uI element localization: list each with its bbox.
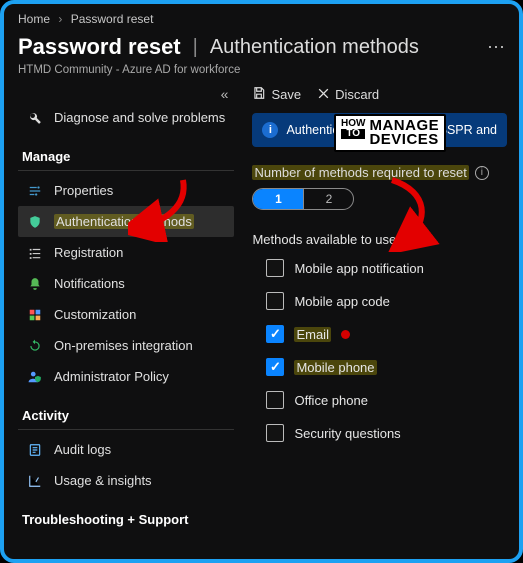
checkbox-icon[interactable] xyxy=(266,424,284,442)
sidebar-item-onprem[interactable]: On-premises integration xyxy=(18,330,234,361)
sidebar-item-usage[interactable]: Usage & insights xyxy=(18,465,234,496)
wrench-icon xyxy=(26,111,44,125)
discard-button[interactable]: Discard xyxy=(317,87,379,103)
bell-icon xyxy=(26,277,44,291)
breadcrumb-home[interactable]: Home xyxy=(18,12,50,26)
log-icon xyxy=(26,443,44,457)
page-title: Password reset | Authentication methods … xyxy=(18,34,507,60)
more-icon[interactable]: ⋯ xyxy=(487,37,507,58)
main-panel: Save Discard i Authentication Methods fo… xyxy=(234,86,507,537)
sidebar-item-customization[interactable]: Customization xyxy=(18,299,234,330)
sidebar-item-admin-policy[interactable]: Administrator Policy xyxy=(18,361,234,392)
checkbox-icon[interactable] xyxy=(266,391,284,409)
annotation-dot xyxy=(341,330,350,339)
chart-icon xyxy=(26,474,44,488)
sliders-icon xyxy=(26,184,44,198)
check-list-icon xyxy=(26,246,44,260)
shield-icon xyxy=(26,215,44,229)
sidebar-heading-troubleshoot: Troubleshooting + Support xyxy=(18,502,234,533)
checkbox-checked-icon[interactable] xyxy=(266,358,284,376)
methods-required-label: Number of methods required to reset xyxy=(252,165,468,180)
breadcrumb: Home › Password reset xyxy=(18,12,507,26)
sidebar-item-properties[interactable]: Properties xyxy=(18,175,234,206)
save-icon xyxy=(252,86,266,103)
method-mobile-phone[interactable]: Mobile phone xyxy=(266,358,507,376)
title-sub: Authentication methods xyxy=(210,36,419,59)
pill-option-1[interactable]: 1 xyxy=(253,189,303,209)
toolbar: Save Discard xyxy=(252,86,507,103)
sidebar-item-registration[interactable]: Registration xyxy=(18,237,234,268)
method-security-questions[interactable]: Security questions xyxy=(266,424,507,442)
person-shield-icon xyxy=(26,370,44,384)
chevron-right-icon: › xyxy=(58,12,62,26)
checkbox-icon[interactable] xyxy=(266,259,284,277)
breadcrumb-current[interactable]: Password reset xyxy=(71,12,154,26)
checkbox-checked-icon[interactable] xyxy=(266,325,284,343)
methods-available-label: Methods available to users xyxy=(252,232,507,247)
method-app-notification[interactable]: Mobile app notification xyxy=(266,259,507,277)
method-email[interactable]: Email xyxy=(266,325,507,343)
info-outline-icon[interactable]: i xyxy=(475,166,489,180)
page-subtitle: HTMD Community - Azure AD for workforce xyxy=(18,64,507,76)
methods-required-label-row: Number of methods required to reset i xyxy=(252,165,507,180)
title-main: Password reset xyxy=(18,34,181,60)
sidebar-item-auth-methods[interactable]: Authentication methods xyxy=(18,206,234,237)
sidebar-heading-activity: Activity xyxy=(18,398,234,430)
methods-required-toggle[interactable]: 1 2 xyxy=(252,188,354,210)
sidebar-item-audit-logs[interactable]: Audit logs xyxy=(18,434,234,465)
sidebar-item-notifications[interactable]: Notifications xyxy=(18,268,234,299)
method-office-phone[interactable]: Office phone xyxy=(266,391,507,409)
palette-icon xyxy=(26,308,44,322)
close-icon xyxy=(317,87,330,103)
collapse-icon[interactable]: « xyxy=(221,86,229,102)
sidebar-item-diagnose[interactable]: Diagnose and solve problems xyxy=(18,102,234,133)
sidebar: « Diagnose and solve problems Manage Pro… xyxy=(18,86,234,537)
info-icon: i xyxy=(262,122,278,138)
sync-icon xyxy=(26,339,44,353)
save-button[interactable]: Save xyxy=(252,86,301,103)
method-app-code[interactable]: Mobile app code xyxy=(266,292,507,310)
info-banner[interactable]: i Authentication Methods for SSPR and xyxy=(252,113,507,147)
pill-option-2[interactable]: 2 xyxy=(303,189,353,209)
checkbox-icon[interactable] xyxy=(266,292,284,310)
sidebar-heading-manage: Manage xyxy=(18,139,234,171)
